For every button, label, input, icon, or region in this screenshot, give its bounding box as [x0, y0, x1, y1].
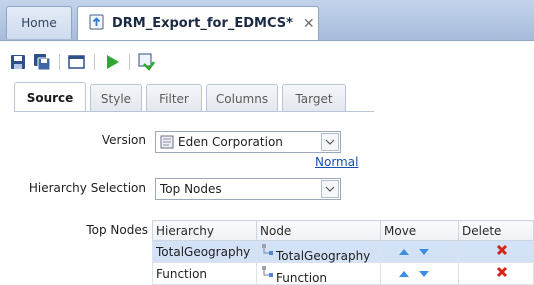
tab-source[interactable]: Source — [14, 82, 86, 112]
chevron-down-icon[interactable] — [321, 180, 339, 198]
version-value-wrap: Eden Corporation — [156, 135, 321, 149]
top-nodes-label: Top Nodes — [86, 223, 148, 237]
tab-drm-export[interactable]: DRM_Export_for_EDMCS* ✕ — [77, 6, 319, 40]
move-cell — [380, 240, 459, 263]
column-header-hierarchy[interactable]: Hierarchy — [152, 220, 257, 241]
version-label: Version — [101, 133, 146, 147]
move-up-icon[interactable] — [398, 245, 410, 259]
tab-divider — [14, 111, 374, 112]
tab-filter[interactable]: Filter — [146, 84, 202, 112]
export-run-icon[interactable] — [137, 52, 157, 72]
hierarchy-cell: Function — [152, 262, 257, 285]
window-icon[interactable] — [67, 52, 87, 72]
property-tabs: Source Style Filter Columns Target — [14, 82, 350, 112]
toolbar-separator — [94, 54, 95, 70]
normal-link[interactable]: Normal — [315, 155, 358, 169]
delete-icon[interactable] — [496, 244, 530, 259]
delete-cell — [458, 262, 534, 285]
node-icon — [260, 243, 274, 260]
save-icon[interactable] — [8, 52, 28, 72]
move-up-icon[interactable] — [398, 267, 410, 281]
tab-home-label: Home — [21, 16, 57, 30]
toolbar — [8, 50, 157, 74]
tab-home[interactable]: Home — [6, 6, 72, 39]
toolbar-separator — [59, 54, 60, 70]
move-cell — [380, 262, 459, 285]
delete-cell — [458, 240, 534, 263]
version-select[interactable]: Eden Corporation — [155, 131, 341, 153]
top-nodes-table: Hierarchy Node Move Delete TotalGeograph… — [152, 220, 534, 285]
close-tab-icon[interactable]: ✕ — [303, 16, 315, 32]
hierarchy-selection-value: Top Nodes — [160, 182, 222, 196]
column-header-move[interactable]: Move — [380, 220, 459, 241]
hierarchy-selection-select[interactable]: Top Nodes — [155, 178, 341, 200]
node-cell: TotalGeography — [256, 240, 381, 263]
node-label: TotalGeography — [276, 249, 371, 263]
save-as-icon[interactable] — [32, 52, 52, 72]
delete-icon[interactable] — [496, 266, 530, 281]
node-cell: Function — [256, 262, 381, 285]
chevron-down-icon[interactable] — [321, 133, 339, 151]
column-header-delete[interactable]: Delete — [458, 220, 534, 241]
node-icon — [260, 265, 274, 282]
export-document-icon — [88, 13, 106, 34]
hierarchy-cell: TotalGeography — [152, 240, 257, 263]
move-down-icon[interactable] — [418, 245, 430, 259]
node-cell-content: TotalGeography — [260, 243, 377, 263]
version-icon — [160, 135, 174, 149]
version-value: Eden Corporation — [178, 135, 283, 149]
node-cell-content: Function — [260, 265, 377, 285]
tab-target[interactable]: Target — [282, 84, 346, 112]
node-label: Function — [276, 271, 328, 285]
hierarchy-selection-label: Hierarchy Selection — [28, 181, 146, 195]
document-tab-bar: Home DRM_Export_for_EDMCS* ✕ — [0, 0, 534, 41]
toolbar-separator — [129, 54, 130, 70]
tab-title: DRM_Export_for_EDMCS* — [112, 16, 293, 31]
tab-style[interactable]: Style — [90, 84, 142, 112]
run-icon[interactable] — [102, 52, 122, 72]
table-row[interactable]: TotalGeography TotalGeography — [152, 240, 534, 263]
table-row[interactable]: Function Function — [152, 262, 534, 285]
move-down-icon[interactable] — [418, 267, 430, 281]
tab-columns[interactable]: Columns — [206, 84, 278, 112]
column-header-node[interactable]: Node — [256, 220, 381, 241]
